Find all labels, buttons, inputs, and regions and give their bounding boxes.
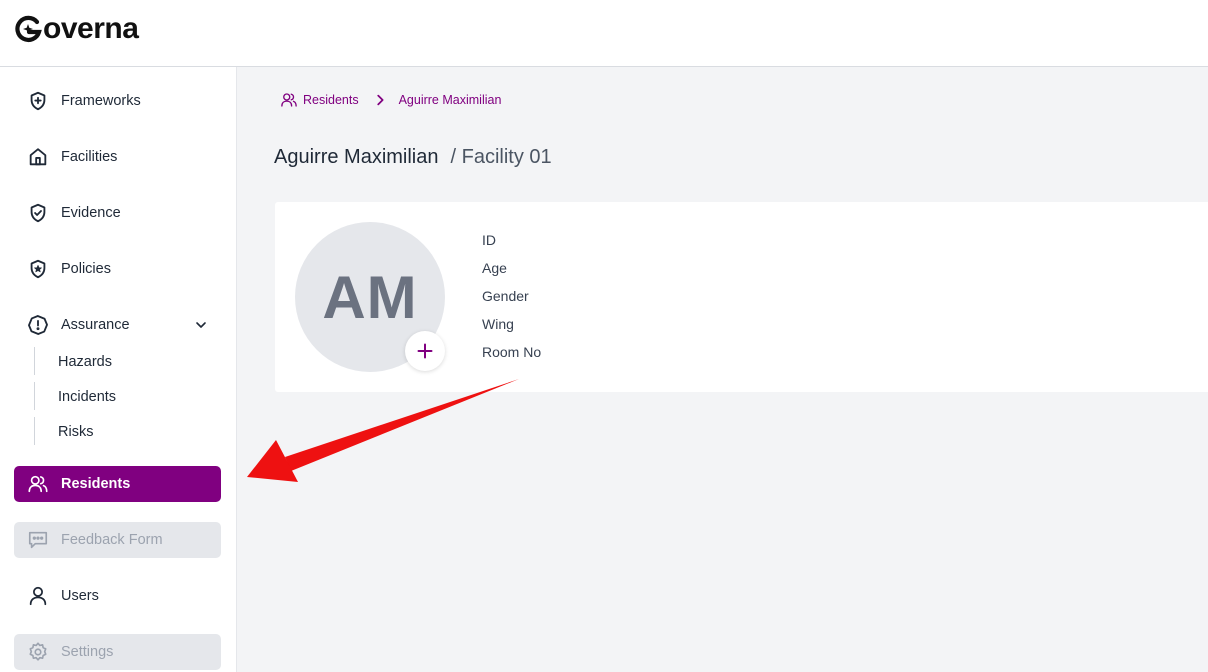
submenu-divider xyxy=(34,347,35,375)
house-icon xyxy=(26,145,50,169)
submenu-divider xyxy=(34,382,35,410)
user-icon xyxy=(26,584,50,608)
sidebar-item-label: Residents xyxy=(61,476,131,492)
add-photo-button[interactable] xyxy=(405,331,445,371)
avatar-initials: AM xyxy=(322,263,418,331)
facility-label: / Facility 01 xyxy=(450,146,552,168)
sidebar-item-feedback-form[interactable]: Feedback Form xyxy=(14,522,221,558)
users-icon xyxy=(26,472,50,496)
sidebar-item-label: Users xyxy=(61,588,99,604)
logo-g-icon xyxy=(15,15,42,42)
main-content: Residents Aguirre Maximilian Aguirre Max… xyxy=(238,67,1208,672)
logo-text: overna xyxy=(43,12,139,45)
sidebar-subitem-hazards[interactable]: Hazards xyxy=(58,354,112,370)
shield-star-icon xyxy=(26,257,50,281)
plus-icon xyxy=(417,343,433,359)
sidebar-item-label: Settings xyxy=(61,644,114,660)
users-icon xyxy=(281,93,297,107)
sidebar-item-assurance[interactable]: Assurance xyxy=(14,307,221,343)
breadcrumb-current: Aguirre Maximilian xyxy=(398,93,502,107)
breadcrumb: Residents Aguirre Maximilian xyxy=(280,91,501,109)
breadcrumb-root-link[interactable]: Residents xyxy=(303,93,359,107)
resident-card: AM ID Age Gender Wing Room No xyxy=(275,202,1208,392)
sidebar-item-label: Feedback Form xyxy=(61,532,163,548)
sidebar-item-users[interactable]: Users xyxy=(14,578,221,614)
sidebar-item-evidence[interactable]: Evidence xyxy=(14,195,221,231)
field-room-no-label: Room No xyxy=(482,344,542,360)
shield-plus-icon xyxy=(26,89,50,113)
sidebar-item-residents[interactable]: Residents xyxy=(14,466,221,502)
submenu-divider xyxy=(34,417,35,445)
field-age-label: Age xyxy=(482,260,507,276)
sidebar-item-label: Assurance xyxy=(61,317,130,333)
sidebar-item-label: Evidence xyxy=(61,205,121,221)
chevron-down-icon[interactable] xyxy=(193,317,209,333)
message-dots-icon xyxy=(26,528,50,552)
sidebar-item-policies[interactable]: Policies xyxy=(14,251,221,287)
sidebar-item-frameworks[interactable]: Frameworks xyxy=(14,83,221,119)
shield-check-icon xyxy=(26,201,50,225)
sidebar-item-label: Policies xyxy=(61,261,111,277)
logo[interactable]: overna xyxy=(14,12,139,46)
alert-octagon-icon xyxy=(26,313,50,337)
sidebar-item-settings[interactable]: Settings xyxy=(14,634,221,670)
resident-name: Aguirre Maximilian xyxy=(274,146,439,168)
page-title: Aguirre Maximilian / Facility 01 xyxy=(274,146,552,169)
field-id-label: ID xyxy=(482,232,496,248)
field-wing-label: Wing xyxy=(482,316,514,332)
sidebar: Frameworks Facilities Evidence Policies … xyxy=(0,67,237,672)
top-bar: overna xyxy=(0,0,1208,67)
sidebar-item-label: Facilities xyxy=(61,149,118,165)
field-gender-label: Gender xyxy=(482,288,529,304)
sidebar-item-facilities[interactable]: Facilities xyxy=(14,139,221,175)
sidebar-subitem-incidents[interactable]: Incidents xyxy=(58,389,116,405)
chevron-right-icon xyxy=(376,94,384,106)
sidebar-item-label: Frameworks xyxy=(61,93,141,109)
gear-icon xyxy=(26,640,50,664)
sidebar-subitem-risks[interactable]: Risks xyxy=(58,424,93,440)
